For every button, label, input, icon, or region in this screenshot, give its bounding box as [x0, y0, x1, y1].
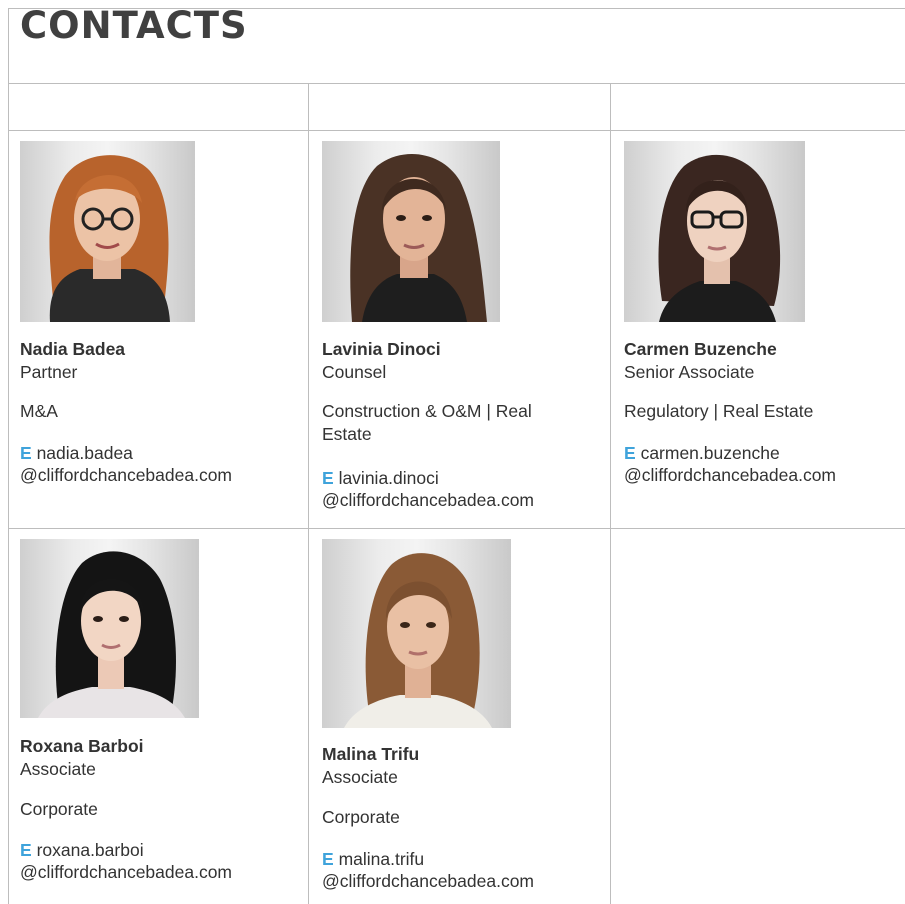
contact-practice-line-1: Construction & O&M | Real	[322, 401, 532, 421]
contact-photo	[322, 141, 500, 322]
contact-name: Roxana Barboi	[20, 736, 144, 756]
contact-name: Carmen Buzenche	[624, 339, 777, 359]
contact-role: Associate	[20, 759, 96, 779]
contact-card-roxana-barboi: Roxana Barboi Associate Corporate E roxa…	[20, 539, 300, 899]
table-border-title-bottom	[8, 83, 905, 84]
contact-name: Nadia Badea	[20, 339, 126, 359]
email-user[interactable]: lavinia.dinoci	[339, 468, 439, 488]
portrait-woman-glasses-auburn-hair-icon	[49, 155, 170, 322]
contact-card-nadia-badea: Nadia Badea Partner M&A E nadia.badea @c…	[20, 141, 300, 521]
contact-email[interactable]: E lavinia.dinoci	[322, 468, 439, 488]
email-domain[interactable]: @cliffordchancebadea.com	[322, 871, 534, 891]
contact-practice: Corporate	[322, 807, 400, 827]
table-border-left	[8, 8, 9, 904]
contact-photo	[322, 539, 511, 728]
email-label: E	[322, 849, 334, 869]
contact-email[interactable]: E roxana.barboi	[20, 840, 144, 860]
contact-photo	[624, 141, 805, 322]
contact-photo	[20, 141, 195, 322]
email-domain[interactable]: @cliffordchancebadea.com	[322, 490, 534, 510]
contact-practice: M&A	[20, 401, 58, 421]
contact-email[interactable]: E malina.trifu	[322, 849, 424, 869]
contact-role: Partner	[20, 362, 78, 382]
table-divider-col-1	[308, 84, 309, 904]
table-border-row-1-bottom	[8, 528, 905, 529]
table-border-header-bottom	[8, 130, 905, 131]
contact-role: Counsel	[322, 362, 387, 382]
contact-card-lavinia-dinoci: Lavinia Dinoci Counsel Construction & O&…	[322, 141, 602, 521]
email-domain[interactable]: @cliffordchancebadea.com	[20, 862, 232, 882]
email-user[interactable]: roxana.barboi	[37, 840, 144, 860]
contact-name: Lavinia Dinoci	[322, 339, 441, 359]
email-label: E	[322, 468, 334, 488]
email-user[interactable]: carmen.buzenche	[641, 443, 780, 463]
contact-practice-line-2: Estate	[322, 424, 372, 444]
email-domain[interactable]: @cliffordchancebadea.com	[624, 465, 836, 485]
contact-card-malina-trifu: Malina Trifu Associate Corporate E malin…	[322, 539, 602, 899]
page-title: CONTACTS	[20, 4, 248, 47]
contact-photo	[20, 539, 199, 718]
portrait-woman-dark-wavy-hair-icon	[350, 154, 487, 322]
portrait-woman-light-brown-hair-icon	[344, 553, 492, 728]
contact-email[interactable]: E nadia.badea	[20, 443, 133, 463]
contact-role: Associate	[322, 767, 398, 787]
portrait-woman-glasses-dark-hair-icon	[658, 154, 781, 322]
portrait-woman-long-black-hair-icon	[38, 551, 185, 718]
email-label: E	[624, 443, 636, 463]
email-label: E	[20, 443, 32, 463]
contact-name: Malina Trifu	[322, 744, 420, 764]
contact-practice: Regulatory | Real Estate	[624, 401, 814, 421]
email-user[interactable]: nadia.badea	[37, 443, 133, 463]
email-user[interactable]: malina.trifu	[339, 849, 425, 869]
table-divider-col-2	[610, 84, 611, 904]
contact-email[interactable]: E carmen.buzenche	[624, 443, 780, 463]
contact-practice: Corporate	[20, 799, 98, 819]
email-label: E	[20, 840, 32, 860]
email-domain[interactable]: @cliffordchancebadea.com	[20, 465, 232, 485]
contact-card-carmen-buzenche: Carmen Buzenche Senior Associate Regulat…	[624, 141, 896, 521]
contact-role: Senior Associate	[624, 362, 755, 382]
